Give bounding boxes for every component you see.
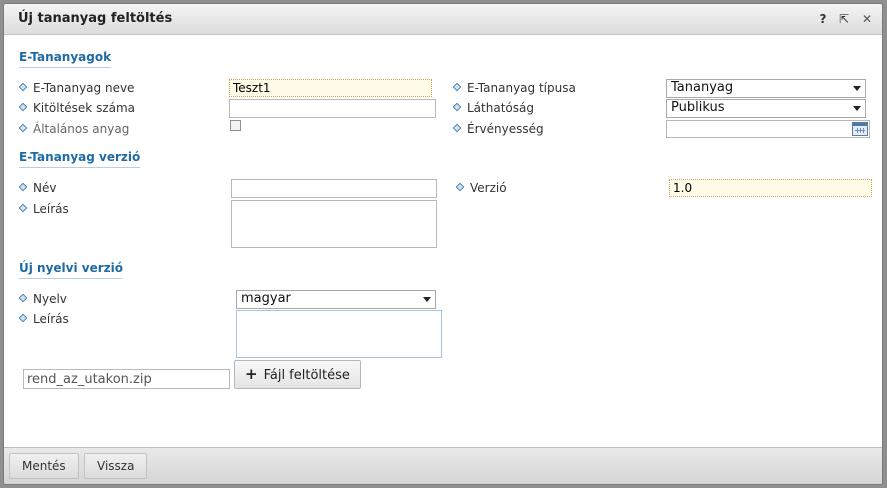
validity-label-text: Érvényesség [467, 122, 544, 136]
completions-label-text: Kitöltések száma [33, 101, 136, 115]
language-label-text: Nyelv [33, 292, 67, 306]
help-icon[interactable]: ? [815, 11, 831, 27]
diamond-bullet-icon [18, 293, 28, 303]
general-material-checkbox[interactable] [230, 120, 241, 131]
visibility-value: Publikus [671, 100, 725, 115]
version-number-input[interactable] [669, 179, 872, 197]
version-name-input[interactable] [231, 179, 437, 198]
general-material-label: Általános anyag [18, 122, 130, 136]
language-description-label-text: Leírás [33, 312, 69, 326]
upload-file-button[interactable]: + Fájl feltöltése [234, 360, 361, 389]
diamond-bullet-icon [18, 313, 28, 323]
calendar-icon[interactable] [852, 122, 868, 136]
language-select[interactable]: magyar [236, 290, 436, 309]
general-material-label-text: Általános anyag [33, 122, 130, 136]
diamond-bullet-icon [18, 82, 28, 92]
chevron-down-icon [853, 106, 861, 111]
save-button[interactable]: Mentés [9, 453, 79, 479]
visibility-label: Láthatóság [452, 101, 534, 115]
language-value: magyar [241, 291, 291, 306]
version-number-label: Verzió [455, 181, 507, 195]
version-name-label: Név [18, 181, 57, 195]
file-name-input[interactable] [23, 369, 230, 389]
chevron-down-icon [853, 86, 861, 91]
material-type-label: E-Tananyag típusa [452, 81, 576, 95]
version-description-label-text: Leírás [33, 202, 69, 216]
diamond-bullet-icon [455, 182, 465, 192]
visibility-label-text: Láthatóság [467, 101, 534, 115]
dialog-title: Új tananyag feltöltés [18, 11, 173, 26]
validity-input[interactable] [666, 120, 870, 138]
version-number-label-text: Verzió [470, 181, 507, 195]
dialog-titlebar: Új tananyag feltöltés ? ⇱ ✕ [4, 4, 882, 35]
language-label: Nyelv [18, 292, 67, 306]
version-description-label: Leírás [18, 202, 69, 216]
completions-label: Kitöltések száma [18, 101, 136, 115]
version-name-label-text: Név [33, 181, 57, 195]
material-type-label-text: E-Tananyag típusa [467, 81, 576, 95]
completions-input[interactable] [229, 99, 436, 118]
section-language: Új nyelvi verzió [19, 261, 123, 279]
validity-label: Érvényesség [452, 122, 544, 136]
diamond-bullet-icon [452, 123, 462, 133]
diamond-bullet-icon [18, 102, 28, 112]
plus-icon: + [245, 365, 258, 383]
diamond-bullet-icon [452, 102, 462, 112]
diamond-bullet-icon [452, 82, 462, 92]
visibility-select[interactable]: Publikus [666, 99, 866, 118]
chevron-down-icon [423, 297, 431, 302]
language-description-label: Leírás [18, 312, 69, 326]
close-icon[interactable]: ✕ [859, 11, 875, 27]
material-name-input[interactable] [229, 79, 432, 97]
language-description-textarea[interactable] [236, 310, 442, 358]
material-type-value: Tananyag [671, 80, 734, 95]
section-materials: E-Tananyagok [19, 50, 112, 68]
back-button[interactable]: Vissza [84, 453, 148, 479]
version-description-textarea[interactable] [231, 200, 437, 248]
upload-dialog: Új tananyag feltöltés ? ⇱ ✕ E-Tananyagok… [3, 3, 883, 485]
material-name-label: E-Tananyag neve [18, 81, 135, 95]
popout-icon[interactable]: ⇱ [836, 11, 852, 27]
dialog-footer: Mentés Vissza [4, 447, 882, 484]
material-type-select[interactable]: Tananyag [666, 79, 866, 98]
material-name-label-text: E-Tananyag neve [33, 81, 135, 95]
diamond-bullet-icon [18, 182, 28, 192]
diamond-bullet-icon [18, 203, 28, 213]
upload-file-button-label: Fájl feltöltése [263, 368, 350, 383]
section-version: E-Tananyag verzió [19, 150, 141, 168]
diamond-bullet-icon [18, 123, 28, 133]
